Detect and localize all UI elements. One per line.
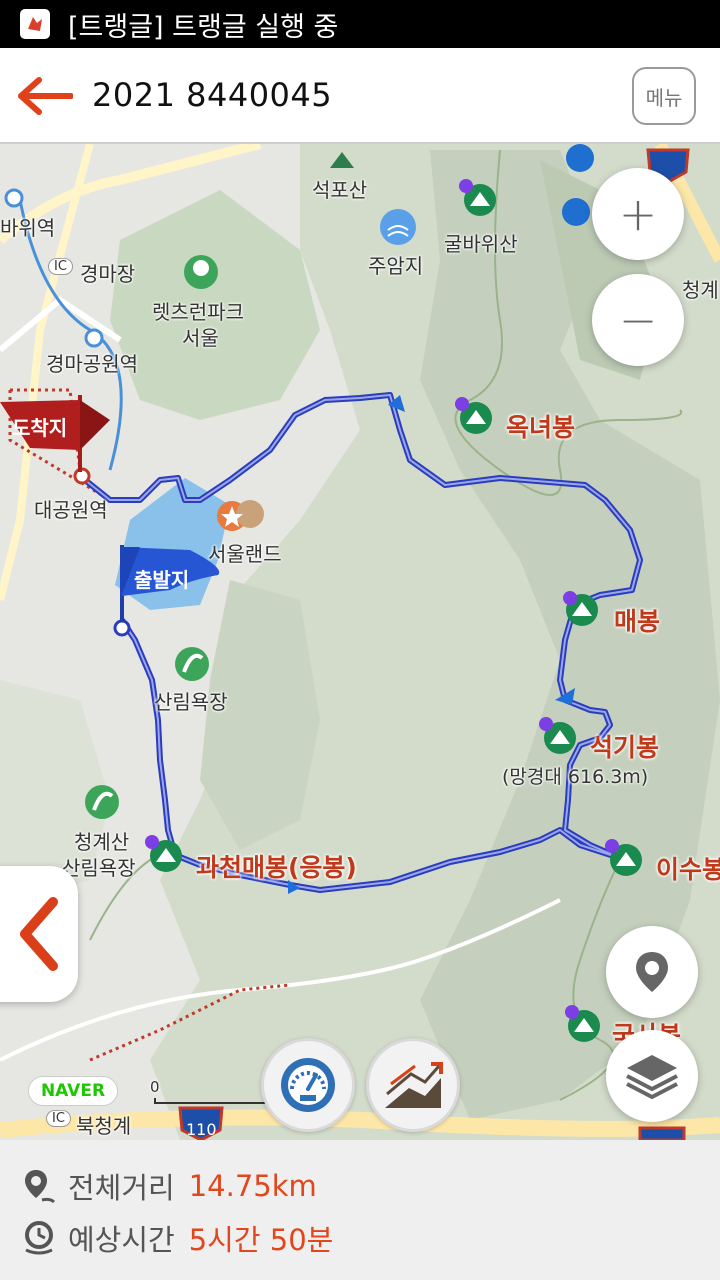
minus-icon: − [618,293,658,347]
place-label: 대공원역 [34,498,108,522]
place-label: 청계 [682,278,719,302]
status-title: [트랭글] 트랭글 실행 중 [68,11,339,43]
ic-badge: IC [46,1110,71,1127]
peak-label: 옥녀봉 [506,413,576,442]
route-number: 110 [186,1120,217,1139]
place-label: 주암지 [368,254,424,278]
zoom-in-button[interactable]: + [592,168,684,260]
status-bar: [트랭글] 트랭글 실행 중 [0,0,720,48]
place-label: 서울랜드 [208,542,282,566]
map-layers-button[interactable] [606,1030,698,1122]
place-label: 서울 [182,326,219,350]
place-label: 석포산 [312,178,368,202]
distance-value: 14.75km [188,1169,317,1203]
place-label: (망경대 616.3m) [502,766,649,788]
place-label: 경마공원역 [46,352,138,376]
place-label: 북청계 [76,1114,132,1138]
elevation-graph-icon [385,1062,443,1108]
distance-row: 전체거리 14.75km [22,1164,317,1208]
route-summary: 전체거리 14.75km 예상시간 5시간 50분 [0,1140,720,1280]
my-location-button[interactable] [606,926,698,1018]
arrival-flag-label: 도착지 [12,416,68,440]
menu-button[interactable]: 메뉴 [632,67,696,125]
place-label: 산림욕장 [154,690,228,714]
peak-label: 석기봉 [590,733,660,762]
plus-icon: + [618,187,658,241]
peak-label: 과천매봉(응봉) [196,853,357,882]
speedometer-button[interactable] [261,1038,355,1132]
page-title: 2021 8440045 [92,76,333,114]
time-row: 예상시간 5시간 50분 [22,1216,333,1260]
elevation-graph-button[interactable] [366,1038,460,1132]
back-button[interactable] [12,66,78,126]
time-value: 5시간 50분 [188,1223,334,1257]
zoom-out-button[interactable]: − [592,274,684,366]
speedometer-icon [281,1058,335,1112]
time-label: 예상시간 [68,1223,175,1257]
map-view[interactable]: 도착지 출발지 석포산 굴바위산 주암지 청계 바위역 IC 경마장 렛츠런파크… [0,144,720,1140]
departure-flag-label: 출발지 [134,568,190,592]
place-label: 렛츠런파크 [152,300,244,324]
route-distance-icon [25,1170,56,1204]
naver-logo: NAVER [28,1076,118,1106]
trangle-app-icon [20,9,50,39]
chevron-left-icon [20,897,58,971]
place-label: 경마장 [80,262,136,286]
place-label: 청계산 [74,830,130,854]
peak-label: 매봉 [614,607,661,636]
clock-icon [25,1221,53,1255]
side-panel-toggle[interactable] [0,866,78,1002]
place-label: 산림욕장 [62,856,136,880]
scale-label: 0 [150,1078,160,1096]
location-pin-icon [636,952,668,992]
place-label: 바위역 [0,216,56,240]
layers-icon [626,1055,678,1100]
arrow-left-icon [18,77,73,115]
distance-label: 전체거리 [68,1171,175,1205]
peak-label: 이수봉 [656,855,720,884]
place-label: 굴바위산 [444,232,518,256]
ic-badge: IC [48,258,73,275]
app-header: 2021 8440045 메뉴 [0,48,720,144]
